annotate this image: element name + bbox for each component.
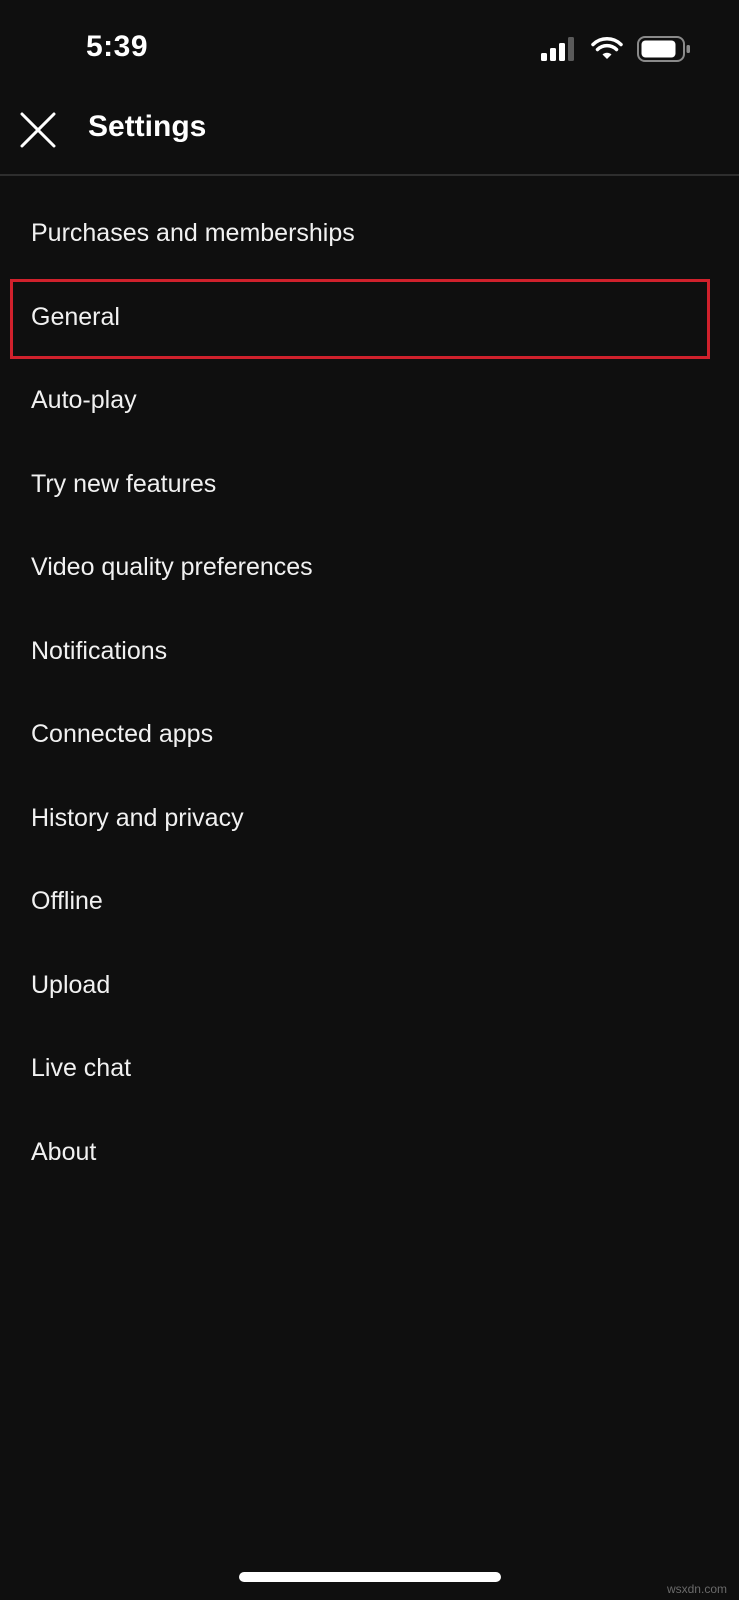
settings-item-try-new-features[interactable]: Try new features — [0, 443, 739, 527]
settings-list: Purchases and memberships General Auto-p… — [0, 192, 739, 1194]
settings-item-auto-play[interactable]: Auto-play — [0, 359, 739, 443]
settings-item-label: History and privacy — [31, 803, 244, 832]
battery-icon — [637, 36, 690, 62]
settings-item-history-and-privacy[interactable]: History and privacy — [0, 777, 739, 861]
signal-icon — [541, 37, 574, 61]
settings-item-label: Video quality preferences — [31, 553, 313, 582]
settings-item-label: Purchases and memberships — [31, 219, 355, 248]
settings-item-label: About — [31, 1137, 97, 1166]
settings-item-live-chat[interactable]: Live chat — [0, 1027, 739, 1111]
settings-item-label: Upload — [31, 970, 111, 999]
settings-item-offline[interactable]: Offline — [0, 860, 739, 944]
settings-item-label: Offline — [31, 887, 103, 916]
settings-item-about[interactable]: About — [0, 1111, 739, 1195]
settings-item-connected-apps[interactable]: Connected apps — [0, 693, 739, 777]
header: Settings — [0, 88, 739, 176]
settings-item-purchases-and-memberships[interactable]: Purchases and memberships — [0, 192, 739, 276]
status-icons — [541, 36, 691, 62]
status-bar: 5:39 — [0, 0, 739, 100]
settings-item-notifications[interactable]: Notifications — [0, 610, 739, 694]
settings-item-upload[interactable]: Upload — [0, 944, 739, 1028]
settings-item-label: Try new features — [31, 469, 217, 498]
page-title: Settings — [88, 110, 207, 143]
settings-item-general[interactable]: General — [0, 276, 739, 360]
home-indicator[interactable] — [239, 1572, 501, 1582]
close-button[interactable] — [18, 110, 58, 150]
settings-item-label: General — [31, 302, 120, 331]
settings-item-label: Notifications — [31, 636, 168, 665]
settings-item-label: Live chat — [31, 1054, 132, 1083]
wifi-icon — [591, 37, 623, 59]
settings-item-video-quality-preferences[interactable]: Video quality preferences — [0, 526, 739, 610]
settings-item-label: Auto-play — [31, 386, 137, 415]
status-time: 5:39 — [86, 30, 149, 63]
watermark: wsxdn.com — [666, 1582, 727, 1596]
close-icon — [20, 112, 56, 148]
settings-item-label: Connected apps — [31, 720, 214, 749]
